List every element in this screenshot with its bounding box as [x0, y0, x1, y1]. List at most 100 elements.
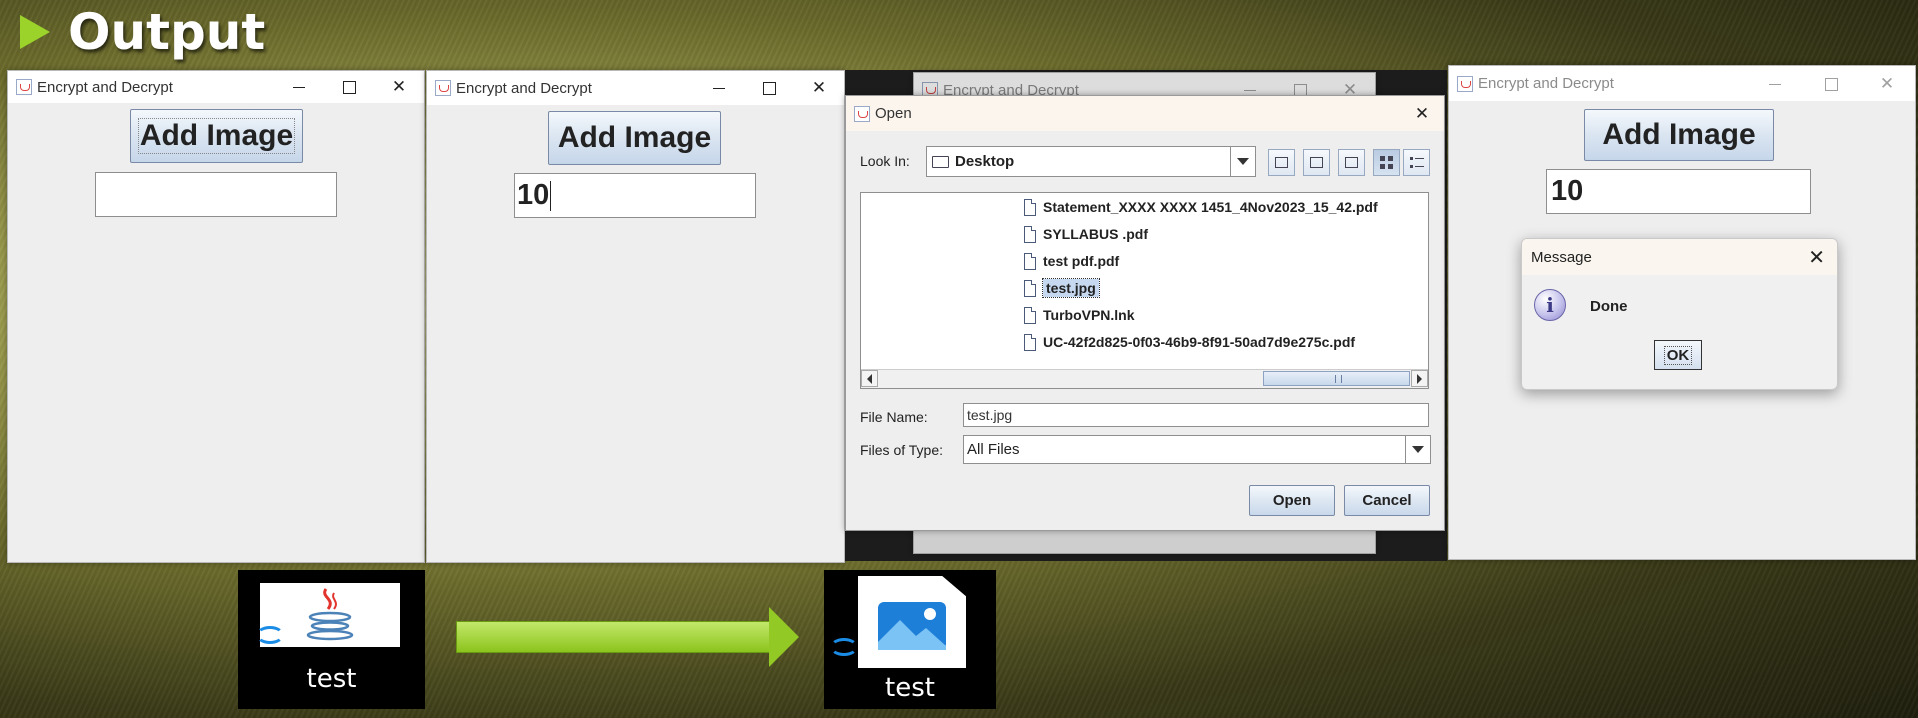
file-name: test pdf.pdf	[1043, 253, 1120, 269]
file-name-input[interactable]: test.jpg	[963, 403, 1429, 427]
message-dialog-title: Message	[1531, 248, 1592, 266]
minimize-button[interactable]	[694, 78, 744, 98]
file-name: Statement_XXXX XXXX 1451_4Nov2023_15_42.…	[1043, 199, 1378, 215]
file-type-value: All Files	[967, 441, 1020, 458]
home-icon	[1310, 157, 1323, 168]
list-view-icon	[1380, 156, 1393, 169]
java-app-icon	[1457, 75, 1473, 92]
home-button[interactable]	[1303, 149, 1330, 176]
close-button[interactable]: ✕	[374, 77, 424, 97]
file-type-label-text: Files of Type:	[860, 442, 944, 458]
ok-button[interactable]: OK	[1654, 340, 1702, 370]
document-icon	[1024, 306, 1036, 324]
encrypt-window-2: Encrypt and Decrypt ✕ Add Image 10	[426, 70, 845, 563]
file-item[interactable]: UC-42f2d825-0f03-46b9-8f91-50ad7d9e275c.…	[1024, 330, 1355, 354]
look-in-label: Look In:	[860, 153, 910, 169]
file-name: UC-42f2d825-0f03-46b9-8f91-50ad7d9e275c.…	[1043, 334, 1356, 350]
scroll-left-button[interactable]	[861, 370, 878, 387]
up-folder-icon	[1275, 157, 1288, 168]
window-title: Encrypt and Decrypt	[1478, 75, 1614, 92]
file-name-label: File Name:	[860, 409, 928, 425]
document-icon	[1024, 252, 1036, 270]
look-in-combo[interactable]: Desktop	[926, 146, 1256, 177]
minimize-button[interactable]	[1747, 74, 1803, 94]
slide-title: Output	[20, 2, 265, 62]
add-image-button[interactable]: Add Image	[548, 111, 721, 165]
minimize-button[interactable]	[274, 77, 324, 97]
file-name: TurboVPN.lnk	[1043, 307, 1135, 323]
details-view-button[interactable]	[1403, 149, 1430, 176]
horizontal-scrollbar[interactable]	[861, 369, 1428, 388]
document-icon	[1024, 279, 1036, 297]
dialog-title: Open	[875, 105, 912, 122]
cancel-button[interactable]: Cancel	[1344, 485, 1430, 516]
file-list[interactable]: Statement_XXXX XXXX 1451_4Nov2023_15_42.…	[860, 192, 1429, 389]
cancel-button-label: Cancel	[1362, 492, 1412, 509]
document-icon	[1024, 225, 1036, 243]
folder-icon	[932, 155, 949, 168]
document-icon	[1024, 198, 1036, 216]
open-button-label: Open	[1272, 492, 1312, 509]
file-item-selected[interactable]: test.jpg	[1024, 276, 1100, 300]
sync-icon	[256, 626, 284, 644]
java-app-icon	[435, 80, 451, 96]
file-item[interactable]: SYLLABUS .pdf	[1024, 222, 1148, 246]
message-dialog: Message ✕ i Done OK	[1521, 238, 1838, 390]
information-icon: i	[1534, 289, 1566, 321]
before-file-label: test	[306, 664, 357, 694]
text-caret	[550, 180, 552, 211]
message-dialog-titlebar: Message ✕	[1522, 239, 1837, 275]
file-name-label-text: File Name:	[860, 409, 928, 425]
new-folder-icon	[1345, 157, 1358, 168]
scroll-grip-icon	[1334, 375, 1342, 383]
message-close-button[interactable]: ✕	[1808, 245, 1825, 270]
add-image-button-label: Add Image	[1602, 118, 1756, 151]
scroll-right-button[interactable]	[1411, 370, 1428, 387]
add-image-button[interactable]: Add Image	[130, 109, 303, 163]
key-input[interactable]: 10	[514, 173, 756, 218]
list-view-button[interactable]	[1373, 149, 1400, 176]
up-one-level-button[interactable]	[1268, 149, 1295, 176]
open-button[interactable]: Open	[1249, 485, 1335, 516]
java-app-icon	[854, 105, 870, 122]
file-item[interactable]: Statement_XXXX XXXX 1451_4Nov2023_15_42.…	[1024, 195, 1378, 219]
play-bullet-icon	[20, 15, 50, 49]
chevron-down-icon[interactable]	[1230, 147, 1255, 176]
file-name: test.jpg	[1042, 278, 1100, 298]
key-input[interactable]: 10	[1546, 169, 1811, 214]
add-image-button-label: Add Image	[557, 121, 712, 154]
image-file-icon	[858, 576, 966, 668]
file-item[interactable]: test pdf.pdf	[1024, 249, 1119, 273]
ok-button-label: OK	[1663, 345, 1693, 365]
after-file-tile: test	[824, 570, 996, 709]
key-input[interactable]	[95, 172, 337, 217]
maximize-button[interactable]	[744, 78, 794, 98]
close-button[interactable]: ✕	[794, 78, 844, 98]
window-title: Encrypt and Decrypt	[37, 78, 173, 96]
look-in-value: Desktop	[955, 153, 1015, 170]
before-file-tile: test	[238, 570, 425, 709]
image-icon	[878, 602, 946, 650]
file-type-combo[interactable]: All Files	[963, 435, 1431, 464]
window-titlebar: Encrypt and Decrypt ✕	[1449, 66, 1915, 101]
window-titlebar: Encrypt and Decrypt ✕	[8, 71, 424, 103]
file-name: SYLLABUS .pdf	[1043, 226, 1148, 242]
maximize-button[interactable]	[324, 77, 374, 97]
right-arrow-icon	[769, 607, 799, 667]
add-image-button[interactable]: Add Image	[1584, 109, 1774, 161]
document-icon	[1024, 333, 1036, 351]
java-app-icon	[16, 79, 32, 95]
look-in-label-text: Look In:	[860, 153, 910, 169]
message-text: Done	[1590, 298, 1628, 315]
dialog-close-button[interactable]: ✕	[1400, 104, 1444, 124]
file-name-input-value: test.jpg	[967, 407, 1013, 423]
close-button[interactable]: ✕	[1859, 74, 1915, 94]
maximize-button[interactable]	[1803, 74, 1859, 94]
scroll-thumb[interactable]	[1263, 371, 1410, 386]
slide-title-text: Output	[68, 3, 266, 61]
new-folder-button[interactable]	[1338, 149, 1365, 176]
chevron-down-icon[interactable]	[1405, 436, 1430, 463]
encrypt-window-1: Encrypt and Decrypt ✕ Add Image	[7, 70, 425, 563]
window-titlebar: Encrypt and Decrypt ✕	[427, 71, 844, 105]
file-item[interactable]: TurboVPN.lnk	[1024, 303, 1135, 327]
